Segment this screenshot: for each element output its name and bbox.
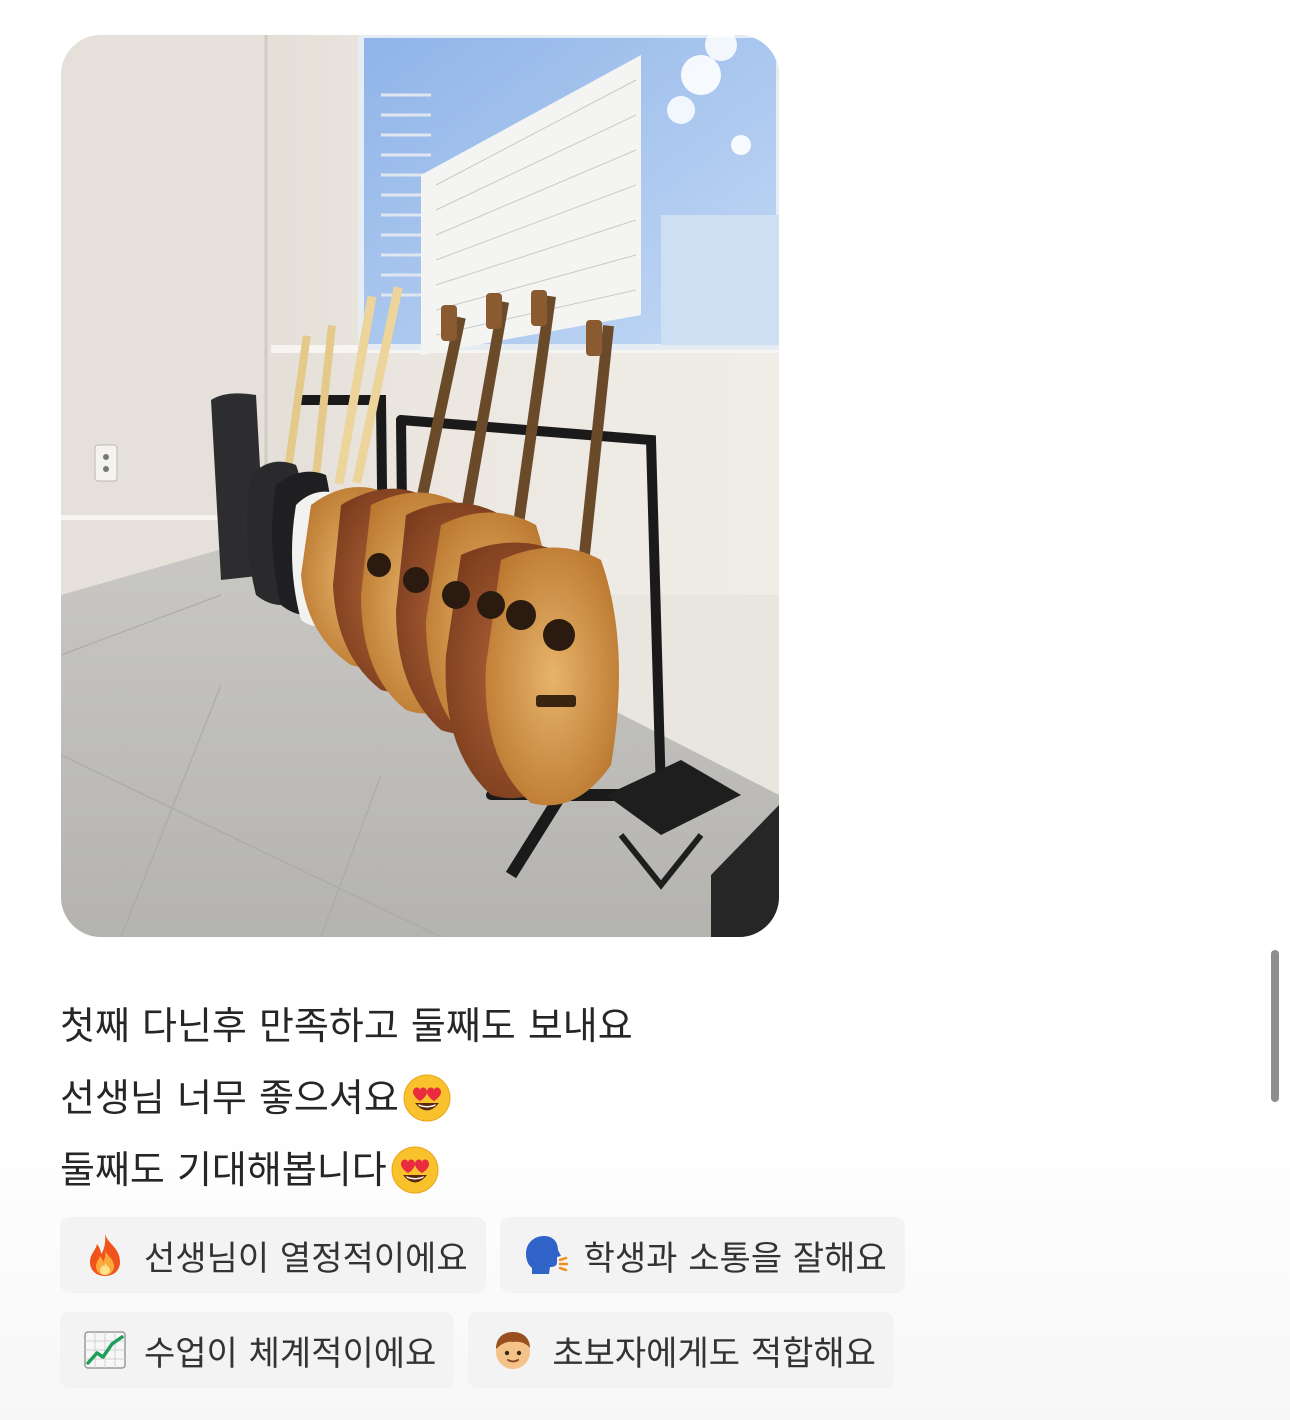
review-line-2-text: 선생님 너무 좋으셔요: [60, 1076, 399, 1120]
chip-row-1: 선생님이 열정적이에요 학생과 소통을 잘해요: [60, 1217, 1060, 1293]
keyword-chip-communication[interactable]: 학생과 소통을 잘해요: [499, 1217, 905, 1293]
review-line-1: 첫째 다닌후 만족하고 둘째도 보내요: [60, 990, 1160, 1062]
scrollbar-thumb[interactable]: [1271, 950, 1279, 1102]
review-line-3: 둘째도 기대해봅니다: [60, 1134, 1160, 1206]
chip-label: 학생과 소통을 잘해요: [583, 1238, 887, 1279]
chart-increasing-icon: [84, 1331, 126, 1369]
review-line-2: 선생님 너무 좋으셔요: [60, 1062, 1160, 1134]
chip-row-2: 수업이 체계적이에요 초보자에게도 적합해요: [60, 1312, 1060, 1388]
keyword-chip-passionate[interactable]: 선생님이 열정적이에요: [60, 1217, 486, 1293]
chip-label: 초보자에게도 적합해요: [552, 1333, 876, 1374]
fire-icon: [90, 1234, 120, 1276]
heart-eyes-emoji-icon: [403, 1074, 451, 1122]
chip-label: 수업이 체계적이에요: [144, 1333, 437, 1374]
boy-icon: [496, 1332, 531, 1369]
review-text: 첫째 다닌후 만족하고 둘째도 보내요 선생님 너무 좋으셔요 둘째도 기대해봅…: [60, 990, 1160, 1206]
review-page: 첫째 다닌후 만족하고 둘째도 보내요 선생님 너무 좋으셔요 둘째도 기대해봅…: [0, 0, 1290, 1420]
keyword-chips: 선생님이 열정적이에요 학생과 소통을 잘해요 수업이 체계적이에요 초보자에게…: [60, 1217, 1060, 1407]
keyword-chip-systematic[interactable]: 수업이 체계적이에요: [60, 1312, 455, 1388]
speaking-head-icon: [525, 1236, 568, 1274]
review-photo[interactable]: [61, 35, 779, 937]
review-line-3-text: 둘째도 기대해봅니다: [60, 1148, 387, 1192]
guitar-photo-illustration: [61, 35, 779, 937]
heart-eyes-emoji-icon: [391, 1146, 439, 1194]
review-line-1-text: 첫째 다닌후 만족하고 둘째도 보내요: [60, 1004, 633, 1048]
chip-label: 선생님이 열정적이에요: [144, 1238, 468, 1279]
keyword-chip-beginner[interactable]: 초보자에게도 적합해요: [468, 1312, 894, 1388]
